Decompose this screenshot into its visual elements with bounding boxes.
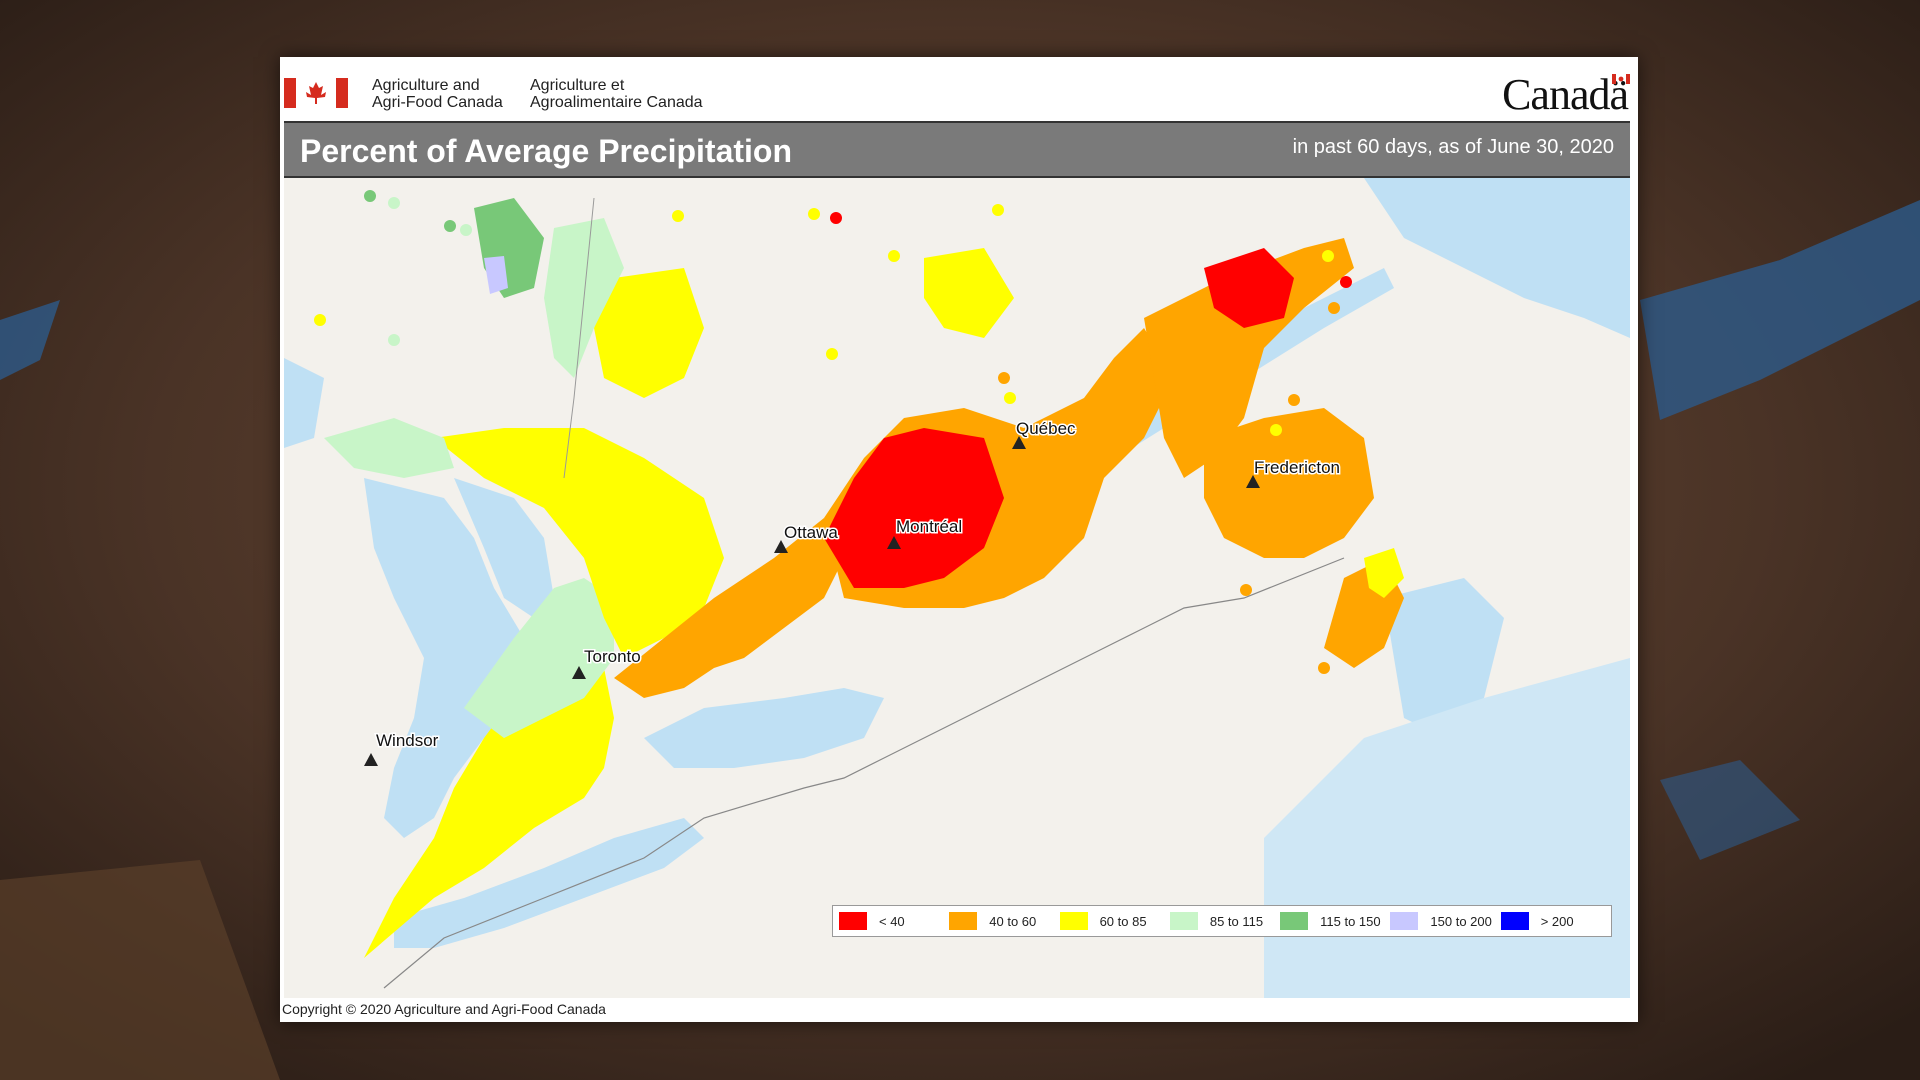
map-subtitle: in past 60 days, as of June 30, 2020	[1292, 136, 1614, 158]
legend-label: 150 to 200	[1430, 913, 1492, 929]
city-label-ottawa: Ottawa	[784, 523, 838, 542]
legend-item: 150 to 200	[1390, 912, 1496, 930]
dept-fr-line1: Agriculture et	[530, 77, 625, 94]
dept-en-line1: Agriculture and	[372, 77, 480, 94]
legend-label: 85 to 115	[1209, 913, 1264, 929]
legend-item: < 40	[839, 912, 945, 930]
canada-flag-icon	[284, 78, 348, 108]
department-name-english: Agriculture and Agri-Food Canada	[372, 77, 503, 111]
legend-swatch	[1280, 912, 1309, 930]
map-area: Québec Fredericton Ottawa Montréal Toron…	[284, 178, 1630, 998]
department-name-french: Agriculture et Agroalimentaire Canada	[530, 77, 703, 111]
legend-item: 40 to 60	[949, 912, 1055, 930]
city-label-quebec: Québec	[1016, 419, 1076, 438]
map-title: Percent of Average Precipitation	[300, 133, 792, 169]
legend-item: > 200	[1500, 912, 1607, 930]
wordmark-flag-icon	[1612, 74, 1630, 84]
city-label-toronto: Toronto	[584, 647, 641, 666]
legend-label: 115 to 150	[1320, 913, 1381, 929]
legend-swatch	[1059, 912, 1088, 930]
precipitation-map: Québec Fredericton Ottawa Montréal Toron…	[284, 178, 1630, 998]
title-bar: Percent of Average Precipitation in past…	[284, 121, 1630, 178]
legend-item: 115 to 150	[1280, 912, 1386, 930]
legend-label: 60 to 85	[1099, 913, 1147, 929]
canada-wordmark: Canadä	[1502, 70, 1629, 119]
city-label-montreal: Montréal	[896, 517, 962, 536]
legend-swatch	[949, 912, 978, 930]
legend-swatch	[1390, 912, 1419, 930]
legend-item: 60 to 85	[1059, 912, 1166, 930]
legend-label: > 200	[1540, 913, 1574, 929]
header: Agriculture and Agri-Food Canada Agricul…	[280, 57, 1638, 119]
dept-fr-line2: Agroalimentaire Canada	[530, 94, 703, 111]
legend-label: 40 to 60	[989, 913, 1037, 929]
legend: < 40 40 to 60 60 to 85 85 to 115 115 to …	[832, 905, 1612, 937]
legend-swatch	[1500, 912, 1529, 930]
copyright-notice: Copyright © 2020 Agriculture and Agri-Fo…	[282, 1001, 606, 1017]
city-label-fredericton: Fredericton	[1254, 458, 1340, 477]
legend-swatch	[839, 912, 867, 930]
legend-label: < 40	[879, 913, 905, 929]
map-card: Agriculture and Agri-Food Canada Agricul…	[280, 57, 1638, 1022]
legend-item: 85 to 115	[1169, 912, 1276, 930]
legend-swatch	[1169, 912, 1198, 930]
dept-en-line2: Agri-Food Canada	[372, 94, 503, 111]
city-label-windsor: Windsor	[376, 731, 439, 750]
